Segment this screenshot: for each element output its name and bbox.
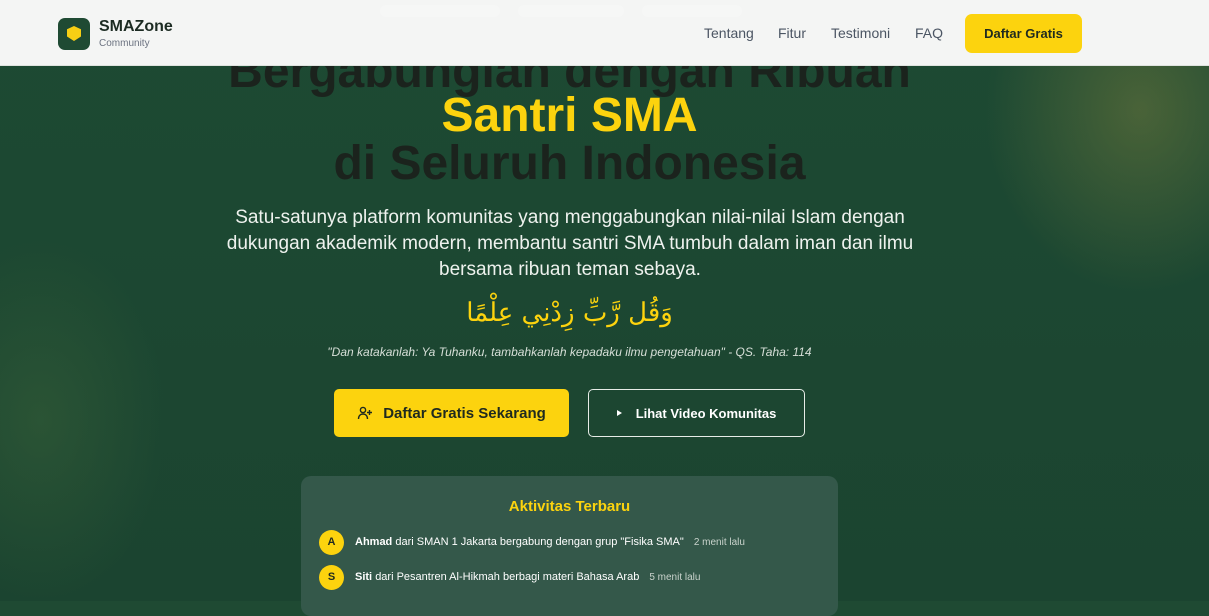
activity-user: Ahmad — [355, 536, 393, 548]
watch-video-label: Lihat Video Komunitas — [635, 405, 777, 421]
nav-link-fitur[interactable]: Fitur — [778, 25, 806, 41]
activity-title: Aktivitas Terbaru — [508, 498, 631, 515]
avatar: A — [319, 529, 344, 555]
faded-badge — [642, 5, 742, 17]
nav-link-testimoni[interactable]: Testimoni — [831, 25, 890, 41]
arabic-verse: وَقُل رَّبِّ زِدْنِي عِلْمًا — [466, 298, 673, 328]
hero-heading-highlight: Santri SMA — [441, 89, 698, 142]
hero-heading-line-3: di Seluruh Indonesia — [333, 137, 806, 190]
faded-badge — [380, 5, 500, 17]
activity-card: Aktivitas Terbaru A Ahmad dari SMAN 1 Ja… — [301, 476, 838, 616]
watch-video-button[interactable]: Lihat Video Komunitas — [588, 389, 805, 437]
hero-description: Satu-satunya platform komunitas yang men… — [226, 207, 914, 280]
activity-time: 5 menit lalu — [649, 571, 701, 583]
activity-time: 2 menit lalu — [693, 536, 745, 548]
user-plus-icon — [358, 406, 373, 420]
brand-subtitle: Community — [99, 38, 150, 49]
logo[interactable] — [58, 18, 90, 50]
nav-link-tentang[interactable]: Tentang — [704, 25, 754, 41]
avatar: S — [319, 564, 344, 590]
activity-item: A Ahmad dari SMAN 1 Jakarta bergabung de… — [319, 529, 745, 555]
play-icon — [616, 410, 622, 416]
brand-name[interactable]: SMAZone — [99, 18, 173, 36]
activity-user: Siti — [355, 571, 373, 583]
activity-text: Ahmad dari SMAN 1 Jakarta bergabung deng… — [355, 536, 684, 548]
activity-text: Siti dari Pesantren Al-Hikmah berbagi ma… — [355, 571, 639, 583]
verse-translation: "Dan katakanlah: Ya Tuhanku, tambahkanla… — [327, 345, 812, 359]
navbar: SMAZone Community Tentang Fitur Testimon… — [0, 0, 1209, 66]
hero-section: Bergabunglah dengan Ribuan Santri SMA di… — [0, 0, 1209, 616]
activity-item: S Siti dari Pesantren Al-Hikmah berbagi … — [319, 564, 700, 590]
faded-badge — [518, 5, 624, 17]
activity-description: dari SMAN 1 Jakarta bergabung dengan gru… — [395, 536, 684, 548]
register-now-label: Daftar Gratis Sekarang — [383, 404, 546, 422]
register-now-button[interactable]: Daftar Gratis Sekarang — [334, 389, 569, 437]
nav-link-faq[interactable]: FAQ — [915, 25, 943, 41]
activity-description: dari Pesantren Al-Hikmah berbagi materi … — [375, 571, 640, 583]
shield-icon — [67, 26, 81, 41]
register-free-button[interactable]: Daftar Gratis — [965, 14, 1082, 53]
